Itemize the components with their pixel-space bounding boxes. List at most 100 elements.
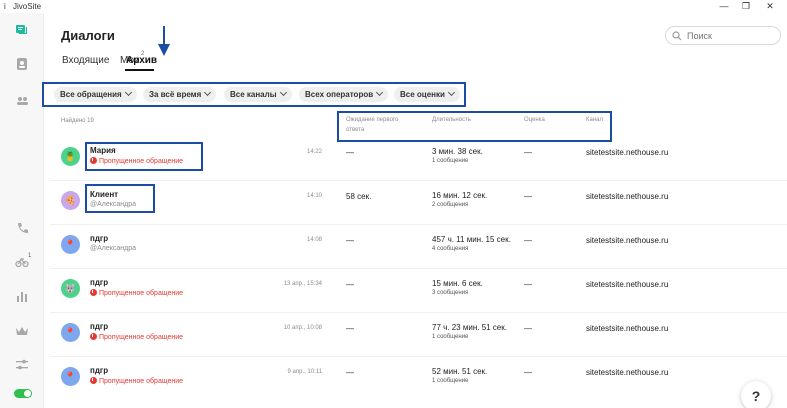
chevron-down-icon (204, 88, 212, 97)
column-wait[interactable]: Ожидание первого ответа (346, 115, 398, 135)
app-logo-icon: i (4, 2, 6, 11)
filter-all-requests[interactable]: Все обращения (54, 87, 137, 102)
dialog-channel: sitetestsite.nethouse.ru (586, 324, 669, 333)
found-count: Найдено 19 (61, 118, 94, 124)
dialog-rating: — (524, 368, 532, 377)
message-count: 3 сообщения (432, 290, 469, 296)
dialog-channel: sitetestsite.nethouse.ru (586, 192, 669, 201)
search-icon (672, 31, 682, 41)
avatar-glyph-icon: 📍 (64, 371, 77, 381)
row-divider (50, 268, 787, 269)
visitor-name: пдгр (90, 278, 109, 287)
avatar-glyph-icon: 🍕 (64, 195, 77, 205)
message-count: 1 сообщение (432, 378, 469, 384)
annotation-arrow-icon (158, 26, 170, 56)
missed-request-label: Пропущенное обращение (90, 289, 183, 297)
dialog-rating: — (524, 324, 532, 333)
maximize-button[interactable]: ❐ (740, 1, 752, 12)
chevron-down-icon (279, 88, 287, 97)
first-response-wait: — (346, 324, 354, 333)
missed-request-text: Пропущенное обращение (99, 334, 184, 341)
search-input[interactable] (665, 26, 781, 45)
missed-alert-icon (90, 333, 97, 340)
first-response-wait: 58 сек. (346, 192, 372, 201)
filter-all-time[interactable]: За всё время (143, 87, 217, 102)
avatar: 🐺 (61, 279, 80, 298)
dialog-channel: sitetestsite.nethouse.ru (586, 368, 669, 377)
phone-icon[interactable] (15, 221, 29, 235)
filter-all-operators[interactable]: Всех операторов (299, 87, 389, 102)
left-nav-rail: 1 (0, 13, 44, 408)
dialog-channel: sitetestsite.nethouse.ru (586, 280, 669, 289)
first-response-wait: — (346, 236, 354, 245)
avatar-glyph-icon: 📍 (64, 239, 77, 249)
avatar: 🍍 (61, 147, 80, 166)
avatar: 📍 (61, 367, 80, 386)
missed-request-label: Пропущенное обращение (90, 333, 183, 341)
title-bar: i JivoSite — ❐ ✕ (0, 0, 787, 13)
column-channel[interactable]: Канал (586, 115, 603, 125)
column-duration[interactable]: Длительность (432, 115, 471, 125)
dialog-rating: — (524, 192, 532, 201)
dialog-duration: 52 мин. 51 сек. (432, 367, 488, 376)
column-wait-line1: Ожидание первого (346, 117, 399, 123)
name-highlight-frame-1 (85, 142, 203, 171)
message-count: 4 сообщения (432, 246, 469, 252)
tab-incoming[interactable]: Входящие (62, 55, 109, 66)
dialog-duration: 3 мин. 38 сек. (432, 147, 483, 156)
dialog-rating: — (524, 236, 532, 245)
missed-alert-icon (90, 289, 97, 296)
close-button[interactable]: ✕ (764, 1, 776, 12)
dialog-duration: 15 мин. 6 сек. (432, 279, 483, 288)
filter-all-channels[interactable]: Все каналы (224, 87, 292, 102)
row-divider (50, 312, 787, 313)
message-count: 2 сообщения (432, 202, 469, 208)
missed-request-text: Пропущенное обращение (99, 290, 184, 297)
chevron-down-icon (376, 88, 384, 97)
filter-label: Все каналы (230, 90, 277, 99)
reports-icon[interactable] (15, 289, 29, 303)
missed-request-text: Пропущенное обращение (99, 378, 184, 385)
column-rating[interactable]: Оценка (524, 115, 545, 125)
avatar-glyph-icon: 🐺 (64, 283, 77, 293)
avatar: 📍 (61, 235, 80, 254)
dialog-rating: — (524, 148, 532, 157)
dialog-duration: 77 ч. 23 мин. 51 сек. (432, 323, 507, 332)
minimize-button[interactable]: — (718, 1, 730, 12)
help-button[interactable]: ? (741, 381, 771, 408)
window-title: JivoSite (13, 2, 42, 11)
team-icon[interactable] (15, 93, 29, 107)
message-count: 1 сообщение (432, 334, 469, 340)
online-status-toggle[interactable] (14, 389, 32, 398)
dialog-time: 13 апр., 15:34 (283, 281, 322, 287)
filter-label: Все обращения (60, 90, 122, 99)
first-response-wait: — (346, 280, 354, 289)
dialog-channel: sitetestsite.nethouse.ru (586, 236, 669, 245)
operator-label: @Александра (90, 245, 137, 252)
filter-all-ratings[interactable]: Все оценки (394, 87, 460, 102)
crown-icon[interactable] (15, 324, 29, 338)
tab-archive[interactable]: Архив (126, 55, 157, 66)
filter-label: Все оценки (400, 90, 445, 99)
dialog-duration: 457 ч. 11 мин. 15 сек. (432, 235, 511, 244)
chevron-down-icon (447, 88, 455, 97)
visitor-name: пдгр (90, 366, 109, 375)
visitors-icon[interactable] (15, 57, 29, 71)
missed-request-label: Пропущенное обращение (90, 377, 183, 385)
chat-icon[interactable] (15, 24, 29, 38)
row-divider (50, 180, 787, 181)
first-response-wait: — (346, 148, 354, 157)
missed-alert-icon (90, 377, 97, 384)
visitor-name: пдгр (90, 234, 109, 243)
row-divider (50, 356, 787, 357)
name-highlight-frame-2 (85, 184, 155, 213)
dialog-duration: 16 мин. 12 сек. (432, 191, 488, 200)
avatar-glyph-icon: 🍍 (64, 151, 77, 161)
settings-icon[interactable] (15, 358, 29, 372)
dialog-time: 14:08 (306, 237, 322, 243)
page-title: Диалоги (61, 28, 115, 43)
avatar-glyph-icon: 📍 (64, 327, 77, 337)
first-response-wait: — (346, 368, 354, 377)
bike-icon[interactable] (15, 254, 29, 268)
active-tab-indicator (125, 69, 154, 71)
